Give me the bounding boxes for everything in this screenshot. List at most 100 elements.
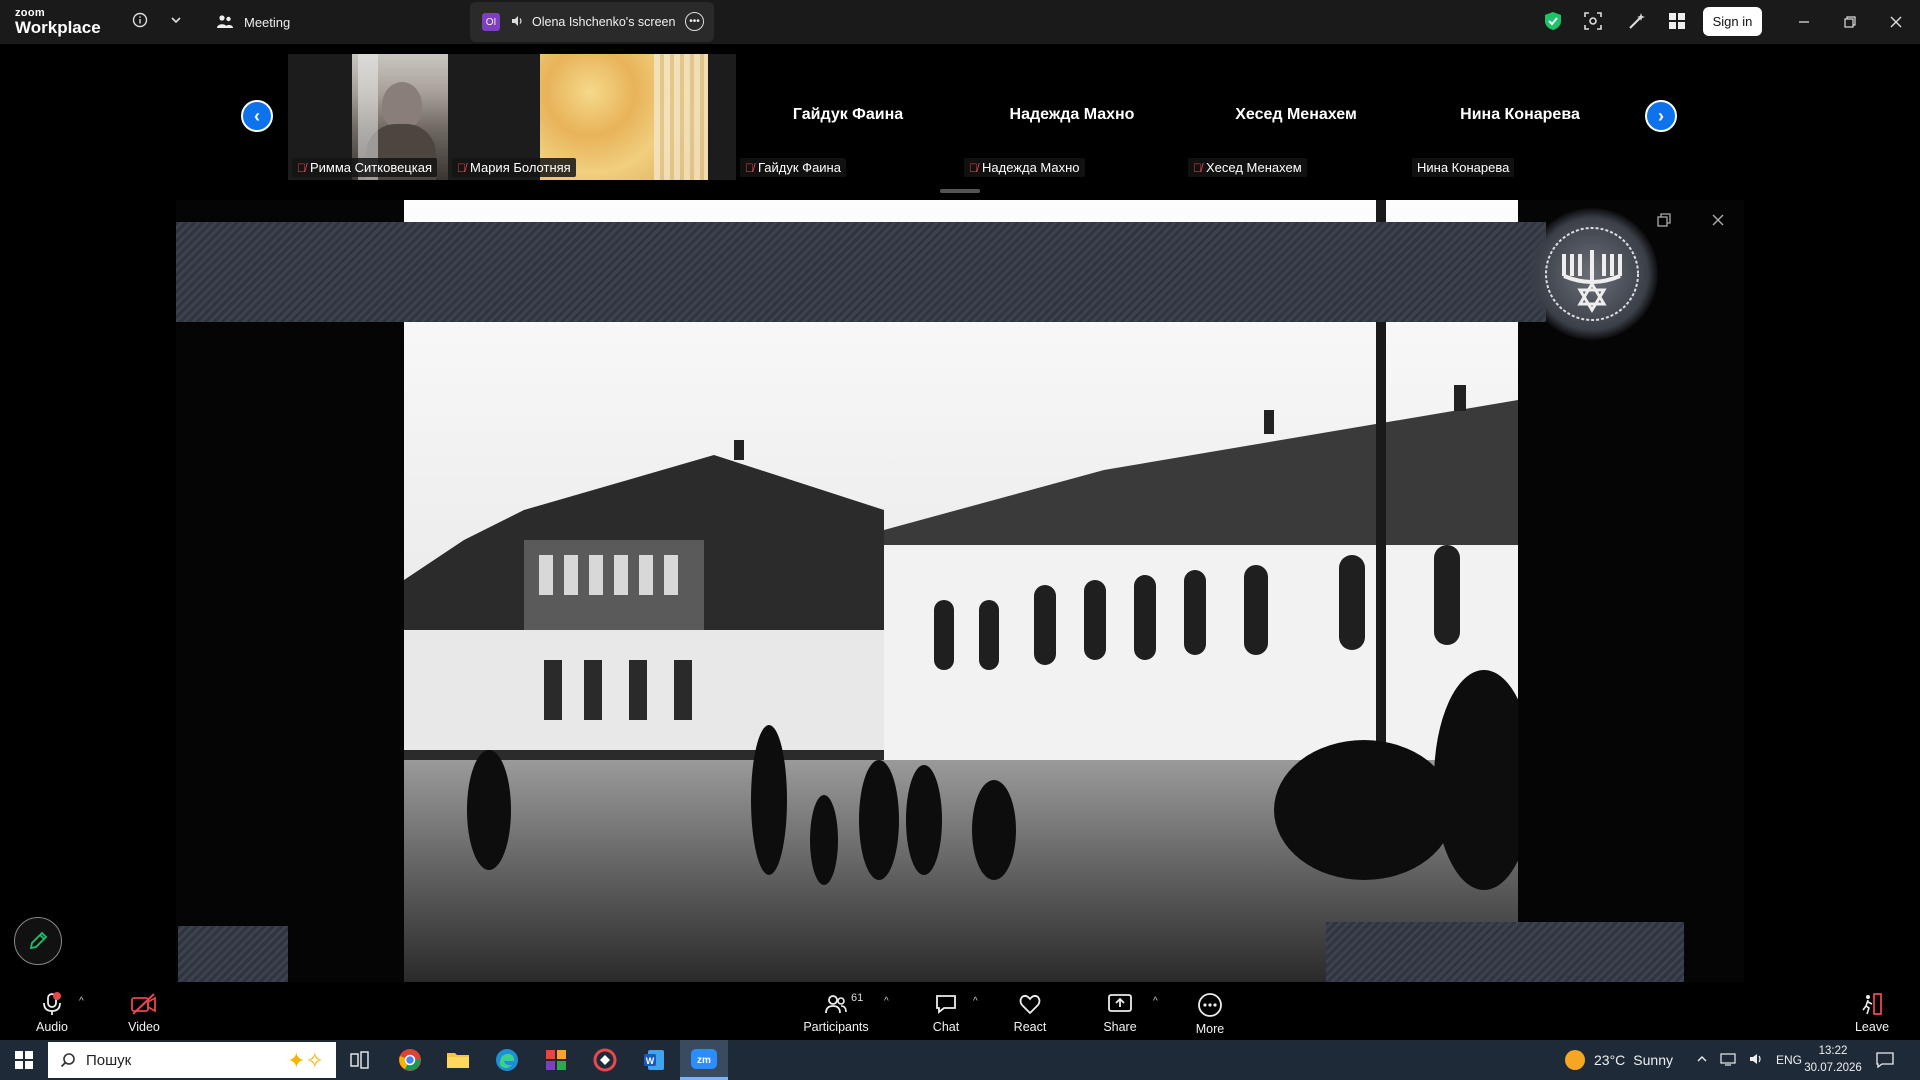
focus-mode-icon[interactable]	[1582, 10, 1604, 32]
video-tile[interactable]: 🎙̸ Мария Болотняя	[448, 54, 736, 180]
leave-icon	[1862, 993, 1882, 1015]
taskbar-search-box[interactable]: Пошук ✦✧	[48, 1042, 336, 1078]
video-tile[interactable]: Надежда Махно 🎙̸ Надежда Махно	[960, 54, 1184, 180]
app-grid-icon	[546, 1050, 566, 1070]
close-share-icon[interactable]	[1706, 208, 1730, 232]
shield-icon[interactable]	[1542, 10, 1564, 32]
share-options-caret[interactable]: ^	[1153, 996, 1158, 1007]
participants-button[interactable]: Participants	[800, 982, 872, 1039]
participant-name-label: Нина Конарева	[1412, 158, 1515, 177]
task-view-button[interactable]	[336, 1040, 384, 1080]
more-options-icon[interactable]: •••	[685, 12, 704, 31]
svg-text:zm: zm	[697, 1055, 711, 1066]
video-tile[interactable]: Гайдук Фаина 🎙̸ Гайдук Фаина	[736, 54, 960, 180]
taskbar-edge[interactable]	[483, 1040, 531, 1080]
strip-next-button[interactable]: ›	[1645, 100, 1677, 132]
participants-icon	[825, 995, 847, 1014]
chat-options-caret[interactable]: ^	[973, 996, 978, 1007]
taskbar-file-explorer[interactable]	[434, 1040, 482, 1080]
title-bar: zoom Workplace Meeting OI Olena Ishchenk…	[0, 0, 1920, 44]
chevron-down-icon[interactable]	[166, 10, 186, 30]
notification-center-icon[interactable]	[1876, 1040, 1894, 1080]
taskbar-clock[interactable]: 13:22 30.07.2026	[1800, 1043, 1866, 1077]
meeting-icon	[217, 15, 233, 28]
video-tile[interactable]: Нина Конарева Нина Конарева	[1408, 54, 1632, 180]
participant-display-name: Хесед Менахем	[1235, 106, 1357, 123]
more-button[interactable]: More	[1192, 982, 1228, 1039]
video-label: Video	[128, 1020, 160, 1034]
participants-options-caret[interactable]: ^	[884, 996, 889, 1007]
tab-shared-screen[interactable]: OI Olena Ishchenko's screen •••	[470, 2, 714, 42]
restore-icon[interactable]	[1838, 10, 1862, 34]
audio-options-caret[interactable]: ^	[79, 996, 84, 1007]
sign-in-button[interactable]: Sign in	[1703, 7, 1762, 36]
audio-label: Audio	[36, 1020, 68, 1034]
participant-name-label: 🎙̸ Надежда Махно	[964, 158, 1085, 177]
taskbar-app-red[interactable]	[581, 1040, 629, 1080]
apps-icon[interactable]	[1666, 10, 1688, 32]
react-button[interactable]: React	[1012, 982, 1048, 1039]
logo-line2: Workplace	[15, 18, 101, 37]
video-tile[interactable]: Хесед Менахем 🎙̸ Хесед Менахем	[1184, 54, 1408, 180]
share-screen-icon	[1108, 994, 1132, 1012]
windows-logo-icon	[15, 1051, 33, 1069]
react-label: React	[1013, 1020, 1047, 1034]
microphone-icon	[43, 992, 61, 1015]
search-placeholder: Пошук	[86, 1051, 132, 1069]
folder-icon	[447, 1053, 469, 1068]
pop-out-icon[interactable]	[1652, 208, 1676, 232]
windows-taskbar: Пошук ✦✧ W zm 23°C Sunny ENG 13:22 30.07…	[0, 1040, 1920, 1080]
language-indicator[interactable]: ENG	[1776, 1053, 1802, 1067]
overlay-corner-right	[1326, 922, 1684, 982]
video-tile[interactable]: 🎙̸ Римма Ситковецкая	[288, 54, 448, 180]
close-icon[interactable]	[1884, 10, 1908, 34]
screen-tab-label: Olena Ishchenko's screen	[532, 15, 676, 29]
organization-emblem	[1526, 208, 1658, 340]
mic-muted-icon: 🎙̸	[969, 160, 978, 175]
taskbar-chrome[interactable]	[386, 1040, 434, 1080]
network-icon[interactable]	[1720, 1052, 1736, 1069]
share-label: Share	[1103, 1020, 1137, 1034]
participant-name-label: 🎙̸ Хесед Менахем	[1188, 158, 1307, 177]
tab-meeting[interactable]: Meeting	[216, 10, 290, 34]
taskbar-app-colorful[interactable]	[532, 1040, 580, 1080]
magic-wand-icon[interactable]	[1626, 10, 1648, 32]
taskbar-word[interactable]: W	[630, 1040, 678, 1080]
word-icon: W	[644, 1050, 664, 1070]
more-label: More	[1195, 1022, 1225, 1036]
strip-previous-button[interactable]: ‹	[241, 100, 273, 132]
video-off-icon	[131, 993, 156, 1015]
zoom-icon: zm	[691, 1048, 717, 1069]
chat-icon	[936, 995, 956, 1014]
participant-display-name: Надежда Махно	[1009, 106, 1135, 123]
leave-button[interactable]: Leave	[1852, 982, 1892, 1039]
windows-start-button[interactable]	[0, 1040, 48, 1080]
volume-icon[interactable]	[1748, 1052, 1764, 1069]
info-icon[interactable]	[130, 10, 150, 30]
shared-screen	[176, 200, 1744, 982]
task-view-icon	[350, 1051, 369, 1069]
clock-time: 13:22	[1818, 1045, 1848, 1057]
system-tray: ENG	[1696, 1040, 1802, 1080]
clock-date: 30.07.2026	[1804, 1062, 1862, 1074]
strip-resize-handle[interactable]	[940, 189, 980, 193]
chat-button[interactable]: Chat	[928, 982, 964, 1039]
annotate-button[interactable]	[14, 917, 62, 965]
participant-count: 61	[851, 992, 864, 1004]
weather-widget[interactable]: 23°C Sunny	[1564, 1040, 1673, 1080]
participants-label: Participants	[803, 1020, 869, 1034]
mic-muted-icon: 🎙̸	[1193, 160, 1202, 175]
chevron-up-icon[interactable]	[1696, 1053, 1708, 1068]
audio-button[interactable]: Audio	[30, 982, 74, 1039]
minimize-icon[interactable]	[1792, 10, 1816, 34]
zoom-workplace-logo: zoom Workplace	[15, 8, 101, 37]
participant-name-label: 🎙̸ Римма Ситковецкая	[292, 158, 437, 177]
taskbar-zoom[interactable]: zm	[680, 1040, 728, 1080]
video-button[interactable]: Video	[122, 982, 166, 1039]
banner-overlay	[176, 222, 1546, 322]
meeting-toolbar: Audio ^ Video Participants 61 ^ Chat ^ R…	[0, 982, 1920, 1039]
participant-display-name: Гайдук Фаина	[792, 106, 904, 123]
share-button[interactable]: Share	[1101, 982, 1139, 1039]
heart-icon	[1019, 994, 1041, 1015]
leave-label: Leave	[1854, 1020, 1890, 1034]
